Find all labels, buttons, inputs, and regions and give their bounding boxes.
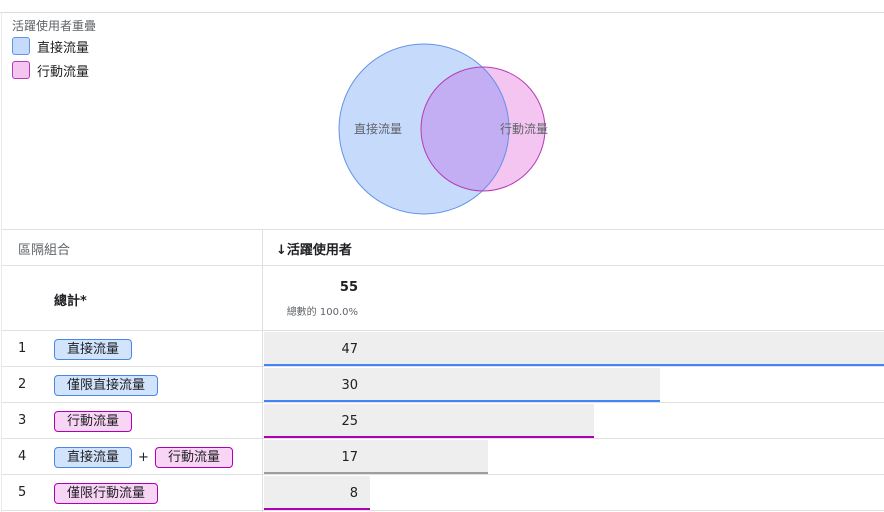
- legend-swatch-mobile: [12, 61, 30, 79]
- column-header-active-users[interactable]: ↓活躍使用者: [276, 239, 352, 258]
- venn-label-direct: 直接流量: [354, 121, 402, 136]
- row-divider: [2, 474, 884, 475]
- legend-label-direct: 直接流量: [37, 40, 90, 56]
- row-value: 8: [349, 486, 358, 501]
- row-divider: [2, 438, 884, 439]
- left-border: [1, 12, 2, 512]
- row-divider: [2, 510, 884, 511]
- top-divider: [0, 12, 884, 13]
- total-value: 55: [339, 280, 358, 295]
- segment-chip[interactable]: 僅限行動流量: [54, 483, 159, 504]
- column-header-segment[interactable]: 區隔組合: [18, 239, 70, 258]
- segment-chip[interactable]: 僅限直接流量: [54, 375, 159, 396]
- total-percent: 總數的 100.0%: [286, 307, 358, 318]
- segment-chip[interactable]: 直接流量: [54, 447, 133, 468]
- table-top-divider: [2, 229, 884, 230]
- legend-label-mobile: 行動流量: [37, 64, 90, 80]
- total-divider: [2, 330, 884, 331]
- header-divider: [2, 265, 884, 266]
- segment-plus: +: [138, 450, 149, 465]
- row-value: 30: [341, 378, 358, 393]
- legend: 直接流量 行動流量: [12, 37, 89, 85]
- legend-item-mobile[interactable]: 行動流量: [12, 61, 90, 80]
- row-index: 1: [18, 341, 27, 356]
- row-index: 2: [18, 377, 27, 392]
- row-value: 25: [341, 414, 358, 429]
- legend-item-direct[interactable]: 直接流量: [12, 37, 90, 56]
- table-column-divider: [262, 229, 263, 512]
- venn-diagram: 直接流量 行動流量: [338, 43, 548, 215]
- chart-title: 活躍使用者重疊: [12, 19, 97, 33]
- row-divider: [2, 402, 884, 403]
- segment-chip[interactable]: 行動流量: [54, 411, 133, 432]
- row-divider: [2, 366, 884, 367]
- row-index: 4: [18, 449, 27, 464]
- legend-swatch-direct: [12, 37, 30, 55]
- segment-chip[interactable]: 直接流量: [54, 339, 133, 360]
- row-value: 17: [341, 450, 358, 465]
- row-index: 5: [18, 485, 27, 500]
- row-index: 3: [18, 413, 27, 428]
- total-label: 總計*: [54, 294, 87, 309]
- segment-chip[interactable]: 行動流量: [155, 447, 234, 468]
- venn-label-mobile: 行動流量: [500, 122, 548, 136]
- row-value: 47: [341, 342, 358, 357]
